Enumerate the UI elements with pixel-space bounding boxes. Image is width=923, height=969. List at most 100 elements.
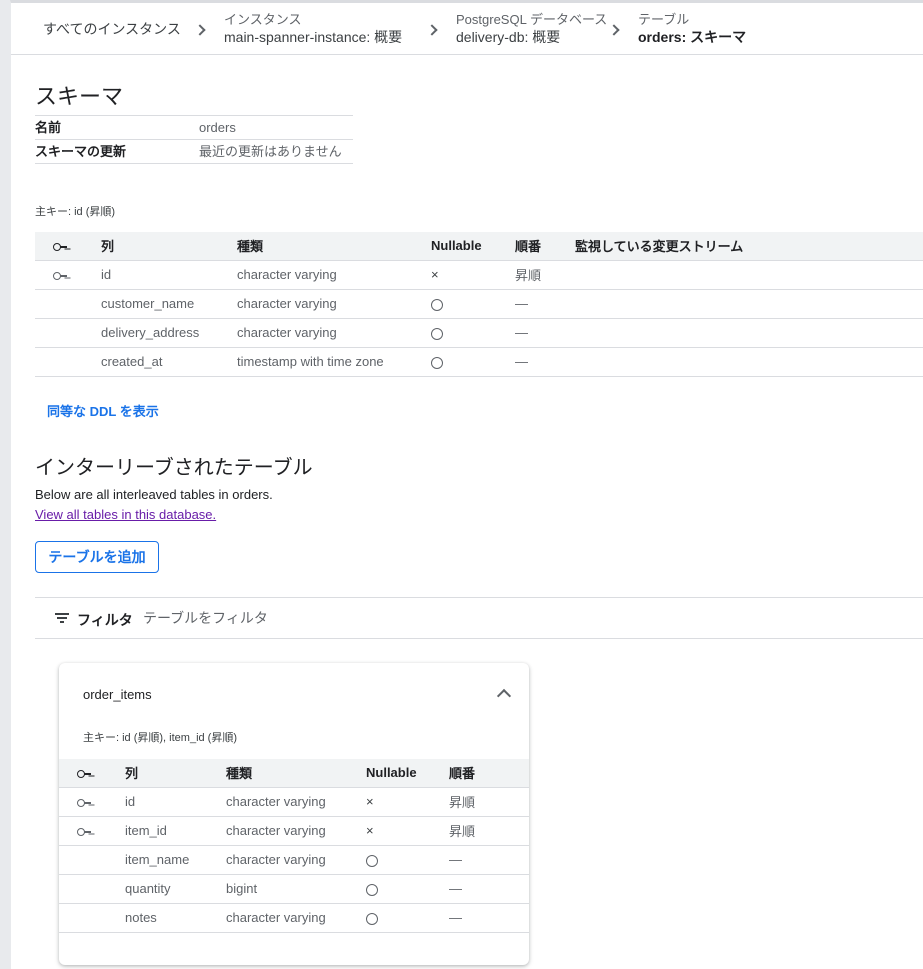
column-streams bbox=[575, 318, 923, 348]
filter-input[interactable] bbox=[143, 608, 443, 628]
page-title: スキーマ bbox=[35, 84, 124, 109]
key-icon bbox=[53, 271, 67, 280]
column-header-nullable[interactable]: Nullable bbox=[366, 759, 449, 788]
breadcrumb-root-label[interactable]: すべてのインスタンス bbox=[43, 20, 181, 38]
detail-row-name: 名前 orders bbox=[35, 116, 353, 140]
key-cell bbox=[59, 874, 125, 904]
column-nullable bbox=[366, 903, 449, 933]
chevron-right-icon bbox=[426, 24, 438, 36]
column-header-order[interactable]: 順番 bbox=[515, 232, 575, 261]
breadcrumb: すべてのインスタンス インスタンス main-spanner-instance:… bbox=[11, 3, 923, 55]
filter-label: フィルタ bbox=[77, 612, 133, 628]
chevron-up-icon[interactable] bbox=[496, 688, 512, 704]
column-nullable bbox=[366, 874, 449, 904]
column-order: 昇順 bbox=[515, 260, 575, 290]
column-nullable bbox=[431, 318, 515, 348]
key-icon bbox=[53, 242, 67, 251]
breadcrumb-all-instances[interactable]: すべてのインスタンス bbox=[43, 20, 181, 38]
table-row: id character varying × 昇順 bbox=[35, 260, 923, 290]
nullable-circle-icon bbox=[431, 356, 443, 369]
key-cell bbox=[59, 845, 125, 875]
schema-details: 名前 orders スキーマの更新 最近の更新はありません bbox=[35, 115, 353, 164]
column-order: — bbox=[449, 903, 529, 933]
breadcrumb-table-label: orders: スキーマ bbox=[638, 29, 747, 45]
breadcrumb-table: テーブル orders: スキーマ bbox=[638, 12, 746, 46]
chevron-right-icon bbox=[194, 24, 206, 36]
column-order: — bbox=[515, 318, 575, 348]
filter-icon bbox=[55, 613, 69, 623]
column-order: 昇順 bbox=[449, 787, 529, 817]
updates-label: スキーマの更新 bbox=[35, 144, 127, 159]
key-icon bbox=[77, 798, 91, 807]
table-header-row: 列 種類 Nullable 順番 監視している変更ストリーム bbox=[35, 232, 923, 261]
key-cell bbox=[59, 816, 125, 846]
nullable-circle-icon bbox=[366, 912, 378, 925]
view-all-tables-link[interactable]: View all tables in this database. bbox=[35, 507, 216, 522]
chevron-right-icon bbox=[608, 24, 620, 36]
column-header-type[interactable]: 種類 bbox=[237, 232, 431, 261]
add-table-button[interactable]: テーブルを追加 bbox=[35, 541, 159, 573]
table-row: notes character varying — bbox=[59, 903, 529, 933]
interleaved-title: インターリーブされたテーブル bbox=[35, 457, 313, 479]
name-label: 名前 bbox=[35, 120, 62, 135]
columns-table: 列 種類 Nullable 順番 監視している変更ストリーム id charac… bbox=[35, 232, 923, 377]
column-name: item_name bbox=[125, 845, 226, 875]
column-type: character varying bbox=[237, 289, 431, 319]
column-nullable: × bbox=[431, 260, 515, 290]
column-nullable bbox=[431, 289, 515, 319]
breadcrumb-instance[interactable]: インスタンス main-spanner-instance: 概要 bbox=[224, 12, 402, 46]
column-name: delivery_address bbox=[101, 318, 237, 348]
column-header-nullable[interactable]: Nullable bbox=[431, 232, 515, 261]
column-order: 昇順 bbox=[449, 816, 529, 846]
breadcrumb-database[interactable]: PostgreSQL データベース delivery-db: 概要 bbox=[456, 12, 607, 46]
primary-key-text: 主キー: id (昇順) bbox=[35, 206, 116, 218]
table-row: delivery_address character varying — bbox=[35, 318, 923, 348]
column-type: bigint bbox=[226, 874, 366, 904]
column-header-type[interactable]: 種類 bbox=[226, 759, 366, 788]
column-type: character varying bbox=[237, 260, 431, 290]
column-name: notes bbox=[125, 903, 226, 933]
child-primary-key-text: 主キー: id (昇順), item_id (昇順) bbox=[83, 732, 238, 744]
table-row: item_id character varying × 昇順 bbox=[59, 816, 529, 846]
key-cell bbox=[59, 787, 125, 817]
column-streams bbox=[575, 289, 923, 319]
updates-value: 最近の更新はありません bbox=[199, 144, 342, 159]
column-nullable: × bbox=[366, 787, 449, 817]
column-header-streams[interactable]: 監視している変更ストリーム bbox=[575, 232, 923, 261]
breadcrumb-instance-label[interactable]: main-spanner-instance: 概要 bbox=[224, 28, 402, 46]
breadcrumb-db-label[interactable]: delivery-db: 概要 bbox=[456, 28, 607, 46]
column-type: character varying bbox=[226, 845, 366, 875]
breadcrumb-db-type: PostgreSQL データベース bbox=[456, 12, 608, 27]
column-name: quantity bbox=[125, 874, 226, 904]
column-nullable bbox=[366, 845, 449, 875]
page: すべてのインスタンス インスタンス main-spanner-instance:… bbox=[10, 0, 923, 969]
key-icon bbox=[77, 769, 91, 778]
key-cell bbox=[35, 347, 101, 377]
name-value: orders bbox=[199, 120, 236, 135]
column-type: character varying bbox=[226, 787, 366, 817]
key-cell bbox=[59, 903, 125, 933]
child-table-name: order_items bbox=[83, 687, 152, 702]
column-name: id bbox=[125, 787, 226, 817]
column-order: — bbox=[515, 347, 575, 377]
child-columns-table: 列 種類 Nullable 順番 id character varying × … bbox=[59, 759, 529, 933]
key-icon bbox=[77, 827, 91, 836]
column-header-order[interactable]: 順番 bbox=[449, 759, 529, 788]
key-column-header bbox=[35, 232, 101, 261]
column-order: — bbox=[449, 874, 529, 904]
column-nullable: × bbox=[366, 816, 449, 846]
column-header-name[interactable]: 列 bbox=[101, 232, 237, 261]
show-ddl-link[interactable]: 同等な DDL を表示 bbox=[47, 401, 159, 420]
table-row: item_name character varying — bbox=[59, 845, 529, 875]
breadcrumb-table-type: テーブル bbox=[638, 12, 690, 27]
column-nullable bbox=[431, 347, 515, 377]
column-type: character varying bbox=[237, 318, 431, 348]
column-header-name[interactable]: 列 bbox=[125, 759, 226, 788]
table-row: id character varying × 昇順 bbox=[59, 787, 529, 817]
table-row: created_at timestamp with time zone — bbox=[35, 347, 923, 377]
column-type: character varying bbox=[226, 903, 366, 933]
detail-row-updates: スキーマの更新 最近の更新はありません bbox=[35, 140, 353, 164]
table-row: quantity bigint — bbox=[59, 874, 529, 904]
filter-bar: フィルタ bbox=[35, 597, 923, 639]
column-name: customer_name bbox=[101, 289, 237, 319]
